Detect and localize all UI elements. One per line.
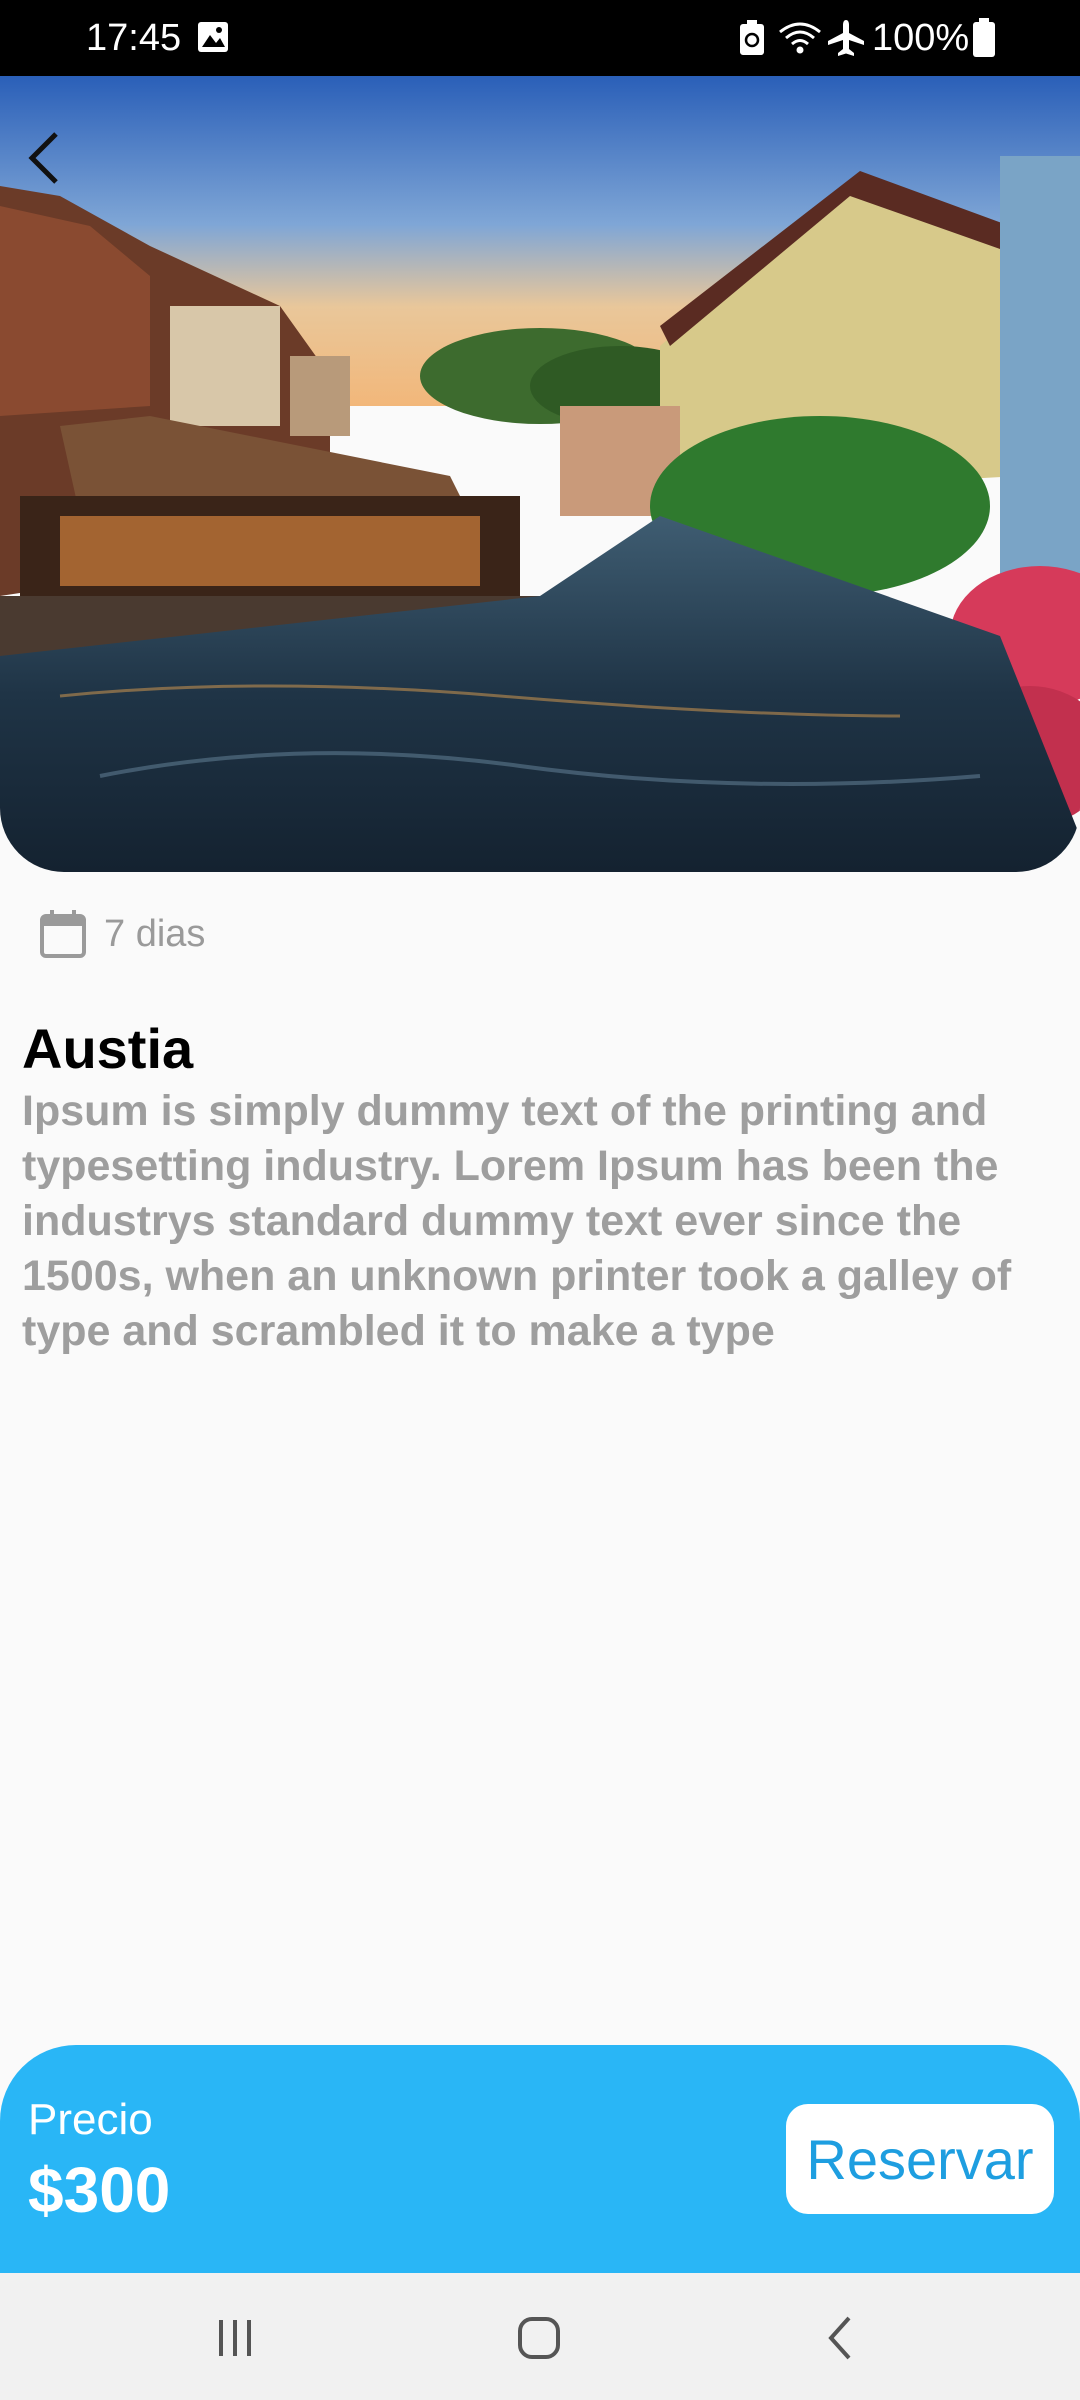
back-arrow-icon bbox=[28, 132, 58, 184]
gallery-icon bbox=[198, 22, 228, 52]
battery-saver-icon bbox=[740, 20, 764, 55]
recent-apps-icon bbox=[219, 2320, 251, 2356]
wifi-icon bbox=[779, 22, 821, 54]
price-value: $300 bbox=[28, 2154, 171, 2226]
status-time: 17:45 bbox=[86, 17, 182, 59]
recent-apps-button[interactable] bbox=[190, 2303, 280, 2373]
battery-icon bbox=[973, 18, 995, 57]
reserve-button[interactable]: Reservar bbox=[786, 2104, 1054, 2214]
home-button[interactable] bbox=[494, 2303, 584, 2373]
destination-description: Ipsum is simply dummy text of the printi… bbox=[22, 1087, 1012, 1355]
home-icon bbox=[518, 2317, 560, 2359]
canal-town-photo bbox=[0, 76, 1080, 872]
hero-image bbox=[0, 76, 1080, 872]
price-label: Precio bbox=[28, 2095, 153, 2144]
back-icon bbox=[828, 2316, 851, 2360]
airplane-mode-icon bbox=[828, 20, 864, 56]
duration-text: 7 dias bbox=[104, 912, 206, 955]
price-bar: Precio $300 Reservar bbox=[0, 2045, 1080, 2273]
system-nav-bar bbox=[0, 2273, 1080, 2400]
status-bar: 17:45 100% bbox=[0, 0, 1080, 76]
destination-title: Austia bbox=[22, 1017, 194, 1080]
system-back-button[interactable] bbox=[796, 2303, 886, 2373]
battery-percentage: 100% bbox=[872, 17, 970, 59]
calendar-icon bbox=[40, 910, 86, 958]
trip-duration: 7 dias bbox=[38, 906, 205, 962]
back-button[interactable] bbox=[14, 116, 74, 200]
